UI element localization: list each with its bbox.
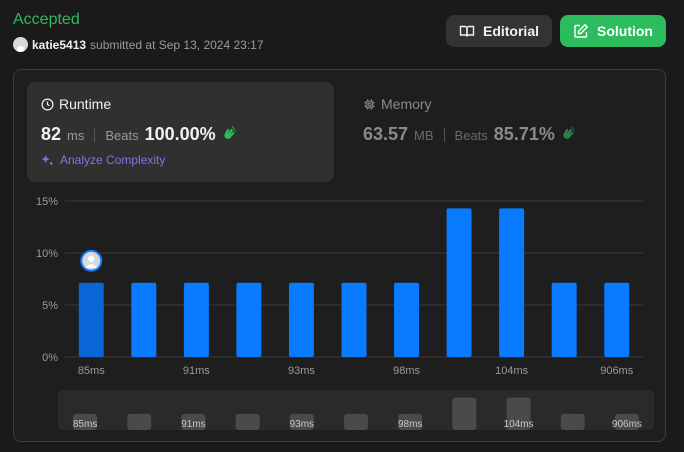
submission-status: Accepted [13,11,80,28]
bar[interactable] [499,208,525,357]
y-tick-label: 10% [36,248,58,260]
x-tick-label: 93ms [288,365,315,377]
bar[interactable] [394,282,420,357]
memory-title: Memory [381,96,432,112]
y-tick-label: 15% [36,196,58,208]
bar[interactable] [78,282,104,357]
edit-icon [574,23,589,38]
divider [94,127,96,142]
memory-header: Memory [363,96,635,112]
navigator-bar [127,413,152,430]
x-tick-label: 98ms [393,365,420,377]
memory-unit: MB [414,128,434,143]
x-tick-label: 85ms [78,365,105,377]
chart-range-navigator[interactable]: 85ms 91ms 93ms 98ms 104ms 906ms [58,390,654,430]
runtime-title: Runtime [59,96,112,112]
bar[interactable] [341,282,367,357]
navigator-bar [344,413,368,430]
navigator-bar [452,397,477,430]
bar[interactable] [551,282,577,357]
submitted-time: submitted at Sep 13, 2024 23:17 [90,37,264,52]
bar[interactable] [131,282,157,357]
memory-beats-label: Beats [454,128,488,143]
analyze-complexity-link[interactable]: Analyze Complexity [41,153,320,167]
editorial-label: Editorial [482,23,539,39]
runtime-stats: 82 ms Beats 100.00% [41,124,320,145]
solution-button[interactable]: Solution [560,15,666,47]
navigator-bar [235,413,260,430]
x-tick-label: 104ms [495,365,529,377]
user-avatar[interactable] [13,37,28,52]
avatar-head [88,255,95,262]
memory-beats-pct: 85.71% [493,124,555,144]
x-tick-label: 906ms [600,365,634,377]
navigator-tick-label: 93ms [290,419,314,430]
username-link[interactable]: katie5413 [32,38,86,52]
runtime-value: 82 [41,124,62,144]
memory-card[interactable]: Memory 63.57 MB Beats 85.71% [349,82,649,182]
runtime-beats-label: Beats [105,128,139,143]
editorial-button[interactable]: Editorial [446,15,552,47]
bar[interactable] [604,282,630,357]
navigator-tick-label: 104ms [504,419,534,430]
result-panel: Runtime 82 ms Beats 100.00% Analyze Comp… [13,69,666,442]
x-tick-label: 91ms [183,365,210,377]
navigator-tick-label: 91ms [181,419,205,430]
navigator-tick-label: 98ms [398,419,422,430]
bar[interactable] [288,282,314,357]
runtime-beats-pct: 100.00% [144,124,216,144]
memory-stats: 63.57 MB Beats 85.71% [363,124,635,145]
solution-label: Solution [597,23,653,39]
clapping-hands-icon [563,126,575,139]
runtime-header: Runtime [41,96,320,112]
submitter-line: katie5413 submitted at Sep 13, 2024 23:1… [13,37,264,52]
divider [443,127,445,142]
bar[interactable] [236,282,262,357]
sparkle-icon [41,154,54,165]
clock-icon [41,98,54,110]
runtime-unit: ms [67,128,85,143]
navigator-svg: 85ms 91ms 93ms 98ms 104ms 906ms [73,397,642,430]
book-icon [459,25,475,37]
clapping-hands-icon [224,126,236,139]
analyze-label: Analyze Complexity [60,153,166,167]
bar[interactable] [446,208,472,357]
y-tick-label: 0% [42,352,58,364]
runtime-card[interactable]: Runtime 82 ms Beats 100.00% Analyze Comp… [27,82,334,182]
navigator-bar [560,413,585,430]
bar[interactable] [183,282,209,357]
y-tick-label: 5% [42,300,58,312]
chip-icon [364,98,375,110]
memory-value: 63.57 [363,124,409,144]
navigator-tick-label: 906ms [612,419,642,430]
navigator-tick-label: 85ms [73,419,97,430]
